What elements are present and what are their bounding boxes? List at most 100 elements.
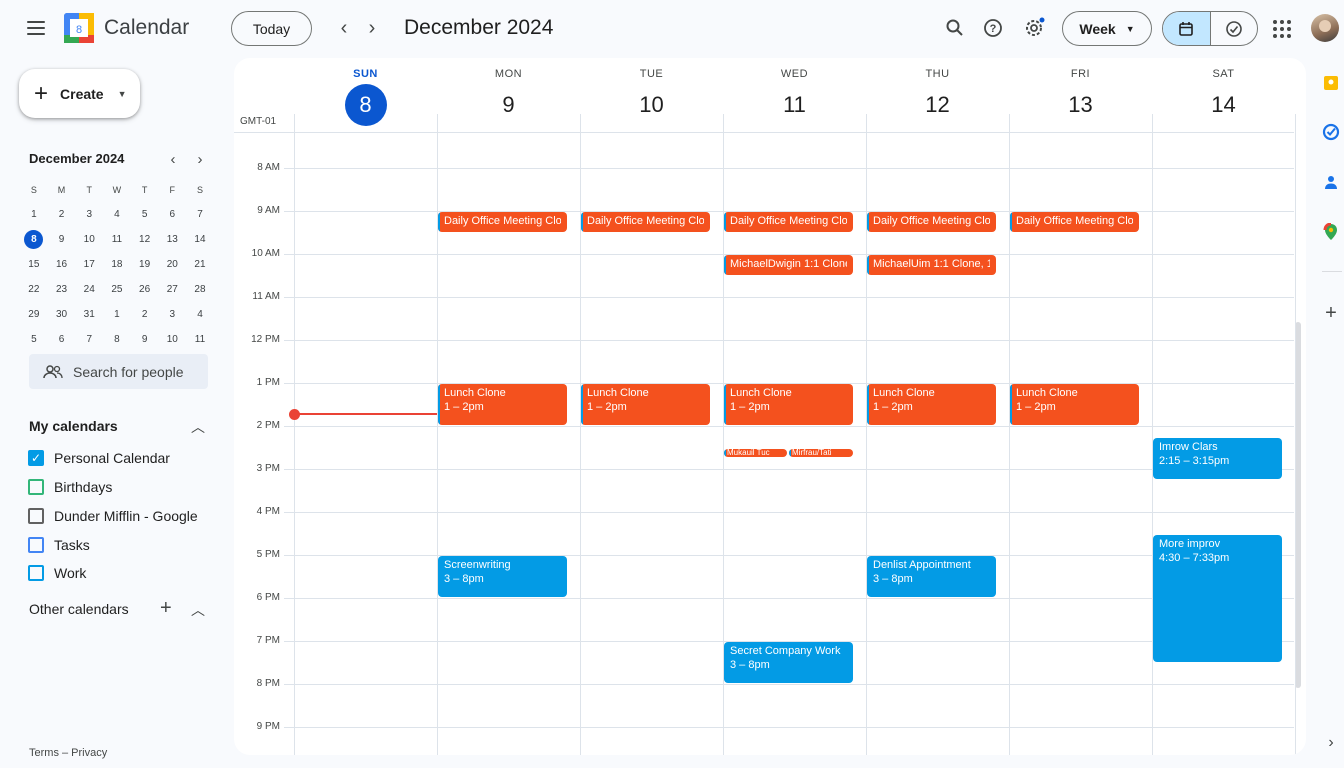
mini-calendar-day[interactable]: 9 — [131, 330, 159, 350]
calendar-view-toggle[interactable] — [1163, 12, 1210, 45]
mini-calendar-day[interactable]: 26 — [131, 280, 159, 300]
terms-privacy-links[interactable]: Terms – Privacy — [29, 747, 107, 759]
day-date-number[interactable]: 9 — [488, 84, 530, 126]
mini-calendar-day[interactable]: 5 — [20, 330, 48, 350]
mini-calendar-day[interactable]: 3 — [75, 205, 103, 225]
calendar-event[interactable]: MichaelUim 1:1 Clone, 10 — [867, 255, 996, 275]
tasks-view-toggle[interactable] — [1209, 12, 1257, 45]
mini-calendar-day[interactable]: 19 — [131, 255, 159, 275]
mini-calendar-day[interactable]: 28 — [186, 280, 214, 300]
keep-icon[interactable] — [1321, 73, 1341, 93]
day-header[interactable]: TUE 10 — [580, 58, 723, 131]
calendar-event[interactable]: Lunch Clone 1 – 2pm — [581, 384, 710, 425]
mini-calendar-day[interactable]: 6 — [48, 330, 76, 350]
day-header[interactable]: SAT 14 — [1152, 58, 1295, 131]
add-addon-plus-icon[interactable]: + — [1321, 302, 1341, 324]
chevron-up-icon[interactable]: ︿ — [191, 600, 205, 620]
mini-calendar-day[interactable]: 11 — [186, 330, 214, 350]
mini-calendar-day[interactable]: 24 — [75, 280, 103, 300]
calendar-checkbox[interactable] — [28, 508, 44, 524]
mini-calendar-day[interactable]: 22 — [20, 280, 48, 300]
mini-calendar-day[interactable]: 2 — [131, 305, 159, 325]
previous-period-button[interactable]: ‹ — [330, 14, 358, 42]
calendar-checkbox[interactable]: ✓ — [28, 450, 44, 466]
calendar-event[interactable]: Mukauil Tuc — [724, 448, 787, 458]
day-header[interactable]: MON 9 — [437, 58, 580, 131]
mini-calendar-day[interactable]: 8 — [103, 330, 131, 350]
day-header[interactable]: FRI 13 — [1009, 58, 1152, 131]
calendar-event[interactable]: Daily Office Meeting Clo — [1010, 212, 1139, 232]
calendar-checkbox[interactable] — [28, 565, 44, 581]
calendar-event[interactable]: Daily Office Meeting Clo — [724, 212, 853, 232]
maps-icon[interactable] — [1321, 222, 1341, 242]
calendar-event[interactable]: Mirfrau/Tati — [789, 448, 853, 458]
mini-calendar-day[interactable]: 10 — [158, 330, 186, 350]
calendar-event[interactable]: Daily Office Meeting Clo — [867, 212, 996, 232]
calendar-event[interactable]: More improv 4:30 – 7:33pm — [1153, 534, 1282, 662]
mini-calendar-next-button[interactable]: › — [191, 150, 209, 168]
mini-calendar-day[interactable]: 8 — [20, 229, 48, 250]
mini-calendar-day[interactable]: 25 — [103, 280, 131, 300]
calendar-event[interactable]: Screenwriting 3 – 8pm — [438, 556, 567, 597]
expand-side-panel-icon[interactable]: › — [1321, 733, 1341, 753]
today-button[interactable]: Today — [231, 11, 312, 46]
mini-calendar-day[interactable]: 12 — [131, 230, 159, 250]
day-date-number[interactable]: 12 — [917, 84, 959, 126]
day-date-number[interactable]: 11 — [774, 84, 816, 126]
mini-calendar-day[interactable]: 16 — [48, 255, 76, 275]
account-avatar[interactable] — [1311, 14, 1339, 42]
mini-calendar-day[interactable]: 23 — [48, 280, 76, 300]
main-menu-button[interactable] — [20, 12, 52, 44]
calendar-checkbox[interactable] — [28, 537, 44, 553]
mini-calendar-day[interactable]: 20 — [158, 255, 186, 275]
day-header[interactable]: WED 11 — [723, 58, 866, 131]
mini-calendar-day[interactable]: 21 — [186, 255, 214, 275]
mini-calendar-day[interactable]: 17 — [75, 255, 103, 275]
calendar-event[interactable]: Lunch Clone 1 – 2pm — [867, 384, 996, 425]
mini-calendar-prev-button[interactable]: ‹ — [164, 150, 182, 168]
day-header[interactable]: THU 12 — [866, 58, 1009, 131]
day-date-number[interactable]: 10 — [631, 84, 673, 126]
day-date-number[interactable]: 8 — [344, 84, 387, 126]
mini-calendar-day[interactable]: 11 — [103, 230, 131, 250]
mini-calendar-day[interactable]: 27 — [158, 280, 186, 300]
search-people-input[interactable]: Search for people — [29, 354, 208, 389]
calendar-event[interactable]: Secret Company Work 3 – 8pm — [724, 642, 853, 683]
calendar-event[interactable]: Lunch Clone 1 – 2pm — [724, 384, 853, 425]
search-icon[interactable] — [942, 15, 968, 41]
calendar-event[interactable]: Lunch Clone 1 – 2pm — [438, 384, 567, 425]
my-calendars-title[interactable]: My calendars — [29, 418, 118, 434]
calendar-event[interactable]: Daily Office Meeting Clo — [438, 212, 567, 232]
calendar-event[interactable]: Daily Office Meeting Clo — [581, 212, 710, 232]
google-apps-grid-icon[interactable] — [1273, 20, 1291, 38]
day-header[interactable]: SUN 8 — [294, 58, 437, 131]
mini-calendar-day[interactable]: 31 — [75, 305, 103, 325]
mini-calendar-day[interactable]: 30 — [48, 305, 76, 325]
day-date-number[interactable]: 13 — [1060, 84, 1102, 126]
mini-calendar-day[interactable]: 13 — [158, 230, 186, 250]
mini-calendar-day[interactable]: 3 — [158, 305, 186, 325]
mini-calendar-day[interactable]: 1 — [20, 205, 48, 225]
mini-calendar-day[interactable]: 2 — [48, 205, 76, 225]
calendar-item[interactable]: Dunder Mifflin - Google — [28, 505, 198, 527]
create-button[interactable]: + Create ▼ — [19, 69, 140, 118]
mini-calendar-day[interactable]: 9 — [48, 230, 76, 250]
calendar-item[interactable]: ✓ Personal Calendar — [28, 447, 170, 469]
calendar-event[interactable]: Imrow Clars 2:15 – 3:15pm — [1153, 437, 1282, 479]
view-switcher-dropdown[interactable]: Week ▼ — [1062, 11, 1152, 46]
settings-gear-icon[interactable] — [1021, 15, 1047, 41]
mini-calendar-day[interactable]: 29 — [20, 305, 48, 325]
mini-calendar-day[interactable]: 18 — [103, 255, 131, 275]
tasks-icon[interactable] — [1321, 122, 1341, 142]
next-period-button[interactable]: › — [358, 14, 386, 42]
calendar-event[interactable]: Denlist Appointment 3 – 8pm — [867, 556, 996, 597]
mini-calendar-day[interactable]: 15 — [20, 255, 48, 275]
mini-calendar-day[interactable]: 5 — [131, 205, 159, 225]
mini-calendar-day[interactable]: 6 — [158, 205, 186, 225]
day-date-number[interactable]: 14 — [1203, 84, 1245, 126]
mini-calendar-day[interactable]: 4 — [186, 305, 214, 325]
add-calendar-plus-icon[interactable]: + — [160, 597, 172, 620]
chevron-up-icon[interactable]: ︿ — [191, 417, 205, 437]
calendar-item[interactable]: Birthdays — [28, 476, 112, 498]
calendar-item[interactable]: Tasks — [28, 534, 90, 556]
